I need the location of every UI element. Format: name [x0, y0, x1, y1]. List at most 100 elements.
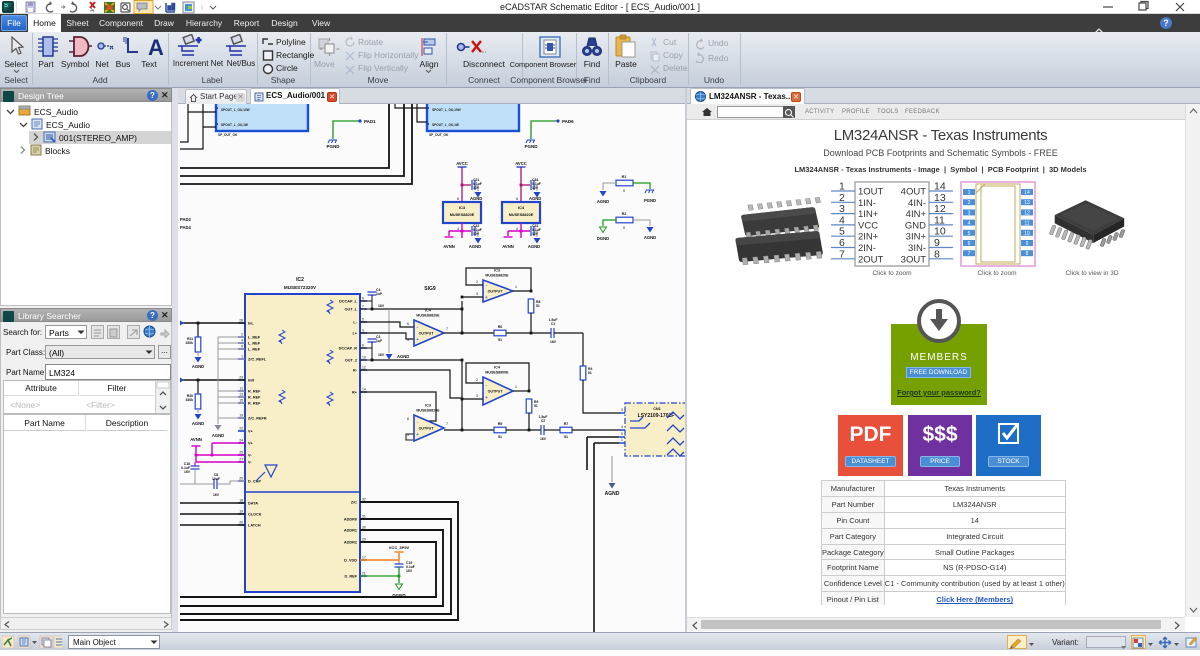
svg-text:MUSES8820E: MUSES8820E: [450, 213, 475, 217]
svg-text:PGND: PGND: [326, 144, 340, 149]
svg-text:R_REF: R_REF: [248, 396, 261, 400]
svg-text:L_REF: L_REF: [248, 336, 261, 340]
svg-text:10V: 10V: [406, 569, 413, 573]
svg-text:1: 1: [241, 355, 243, 359]
svg-text:2: 2: [839, 192, 845, 204]
svg-text:9: 9: [362, 344, 364, 348]
svg-text:AGND: AGND: [644, 235, 656, 240]
svg-text:AGND: AGND: [470, 196, 482, 201]
svg-text:1: 1: [968, 190, 971, 196]
svg-text:MUSES8820E: MUSES8820E: [416, 409, 440, 413]
svg-text:27: 27: [239, 458, 243, 462]
svg-text:SPOUT_L_OU,10W: SPOUT_L_OU,10W: [221, 108, 250, 112]
svg-text:R1: R1: [622, 175, 627, 179]
svg-text:AGND: AGND: [192, 364, 204, 369]
svg-text:10V: 10V: [473, 186, 480, 190]
svg-text:AGND: AGND: [192, 421, 204, 426]
svg-text:1OUT: 1OUT: [858, 187, 884, 198]
svg-text:SPOUT_L_OU,1W: SPOUT_L_OU,1W: [432, 123, 459, 127]
svg-text:4OUT: 4OUT: [901, 187, 927, 198]
svg-text:AVCC: AVCC: [515, 161, 527, 166]
svg-text:6: 6: [968, 241, 971, 247]
svg-text:2: 2: [476, 378, 478, 382]
svg-text:2: 2: [241, 333, 243, 337]
svg-text:InR: InR: [248, 379, 254, 383]
svg-text:13: 13: [934, 192, 946, 204]
svg-text:3: 3: [621, 408, 623, 412]
svg-text:16V: 16V: [378, 304, 385, 308]
svg-text:DGND: DGND: [597, 236, 609, 241]
svg-text:1uF: 1uF: [376, 339, 382, 343]
svg-text:GND: GND: [905, 220, 926, 231]
svg-text:51: 51: [498, 435, 502, 439]
svg-text:24: 24: [239, 439, 243, 443]
svg-text:5: 5: [621, 432, 623, 436]
svg-text:AGND: AGND: [528, 244, 540, 249]
svg-text:1uF: 1uF: [376, 292, 382, 296]
svg-text:14: 14: [362, 388, 366, 392]
svg-text:10: 10: [934, 226, 946, 238]
svg-text:11: 11: [1024, 221, 1029, 227]
svg-text:10V: 10V: [532, 232, 539, 236]
svg-text:SPOUT_L_OU,10W: SPOUT_L_OU,10W: [432, 108, 461, 112]
svg-text:L+: L+: [352, 332, 357, 336]
svg-text:8: 8: [934, 248, 940, 260]
svg-text:51: 51: [534, 404, 538, 408]
svg-text:51: 51: [498, 338, 502, 342]
svg-text:C2: C2: [541, 419, 545, 423]
svg-text:6: 6: [516, 197, 518, 201]
svg-text:1IN+: 1IN+: [858, 209, 879, 220]
svg-text:DCCAP_R: DCCAP_R: [339, 347, 358, 351]
svg-text:PAD4: PAD4: [180, 225, 192, 230]
svg-text:10: 10: [1024, 231, 1030, 237]
svg-text:5: 5: [968, 231, 971, 237]
svg-text:29: 29: [362, 538, 366, 542]
svg-text:30: 30: [362, 526, 366, 530]
svg-text:2IN+: 2IN+: [858, 232, 879, 243]
svg-text:ECS_Audio: ECS_Audio: [34, 107, 78, 117]
svg-text:+: +: [485, 395, 488, 401]
svg-text:15: 15: [239, 399, 243, 403]
svg-text:Z/C_REFR: Z/C_REFR: [248, 417, 267, 421]
svg-text:2IN-: 2IN-: [858, 243, 876, 254]
svg-text:2: 2: [476, 280, 478, 284]
svg-text:SP_OUT_OK: SP_OUT_OK: [218, 133, 238, 137]
svg-text:AGND: AGND: [529, 196, 541, 201]
svg-text:7: 7: [362, 305, 364, 309]
svg-text:3: 3: [476, 394, 478, 398]
svg-text:R+: R+: [352, 391, 358, 395]
svg-text:3IN-: 3IN-: [908, 243, 926, 254]
svg-text:+: +: [416, 337, 419, 343]
svg-text:AVCC: AVCC: [456, 161, 468, 166]
svg-text:IC4: IC4: [494, 366, 501, 370]
svg-text:16V: 16V: [184, 470, 191, 474]
svg-text:PAD2: PAD2: [180, 217, 192, 222]
svg-text:1.5uF: 1.5uF: [539, 415, 548, 419]
svg-text:PAD6: PAD6: [562, 119, 574, 124]
svg-text:Blocks: Blocks: [45, 146, 70, 156]
svg-text:25: 25: [239, 451, 243, 455]
svg-text:Z/C_REFL: Z/C_REFL: [248, 358, 267, 362]
svg-text:0: 0: [623, 189, 625, 193]
svg-text:D_CAP: D_CAP: [248, 480, 261, 484]
svg-text:3OUT: 3OUT: [901, 254, 927, 265]
svg-text:51: 51: [564, 435, 568, 439]
svg-text:51: 51: [536, 304, 540, 308]
svg-text:IC3: IC3: [425, 404, 431, 408]
svg-text:MUSES8820E: MUSES8820E: [509, 213, 534, 217]
svg-text:L_REF: L_REF: [248, 348, 261, 352]
svg-text:R_REF: R_REF: [248, 402, 261, 406]
svg-text:VCC_3P9V: VCC_3P9V: [389, 545, 410, 550]
svg-text:23: 23: [239, 376, 243, 380]
svg-text:4: 4: [241, 339, 243, 343]
svg-text:9: 9: [1026, 241, 1029, 247]
svg-text:AGND: AGND: [397, 354, 409, 359]
svg-text:VCC: VCC: [858, 220, 878, 231]
svg-text:MUSES8820E: MUSES8820E: [485, 274, 509, 278]
svg-text:R7: R7: [564, 422, 569, 426]
svg-text:12: 12: [1024, 210, 1030, 216]
svg-text:R5: R5: [498, 422, 503, 426]
svg-text:7: 7: [839, 248, 845, 260]
svg-text:6: 6: [839, 237, 845, 249]
svg-text:3: 3: [476, 292, 478, 296]
